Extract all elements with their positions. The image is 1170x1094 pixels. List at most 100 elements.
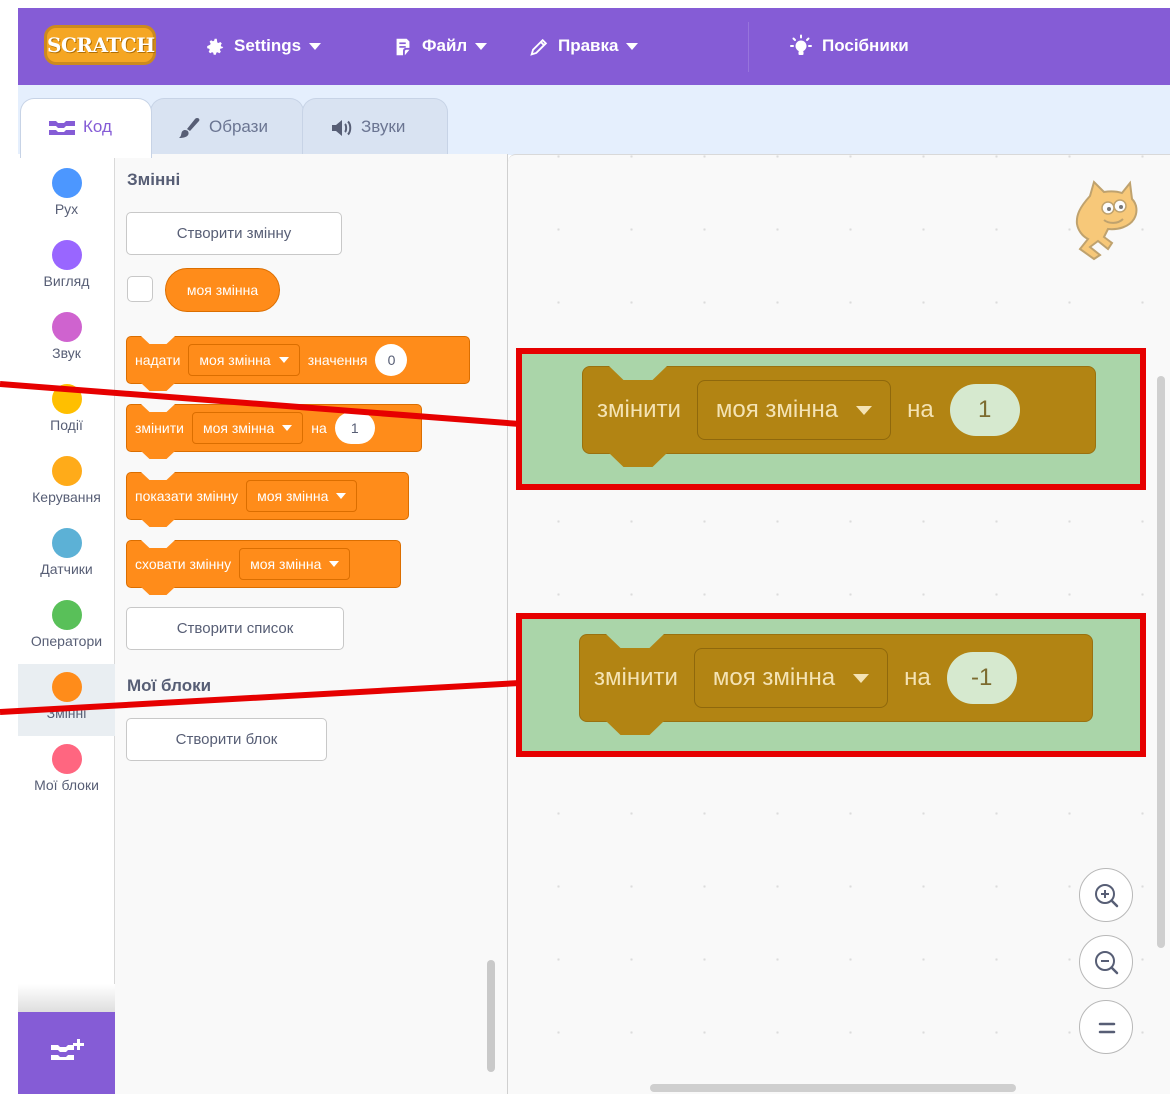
chevron-down-icon (626, 43, 639, 51)
category-dot (51, 600, 82, 630)
value-input[interactable]: 0 (375, 344, 408, 376)
tab-costumes[interactable]: Образи (150, 98, 304, 156)
variable-dropdown[interactable]: моя змінна (693, 648, 889, 708)
code-blocks-icon (49, 120, 75, 135)
palette-scrollbar[interactable] (487, 960, 495, 1072)
dropdown-text: моя змінна (250, 556, 322, 572)
block-text: на (904, 664, 931, 691)
gear-icon (207, 38, 224, 55)
value-input[interactable]: 1 (949, 384, 1020, 436)
category-label: Події (50, 417, 83, 433)
category-control[interactable]: Керування (18, 448, 115, 520)
block-categories: Рух Вигляд Звук Події Керування Датчики … (18, 154, 115, 1094)
block-text: на (311, 420, 327, 436)
category-dot (51, 168, 82, 198)
block-text: сховати змінну (135, 556, 232, 572)
category-sensing[interactable]: Датчики (18, 520, 115, 592)
block-text: на (907, 396, 934, 423)
variables-section-title: Змінні (127, 170, 181, 189)
category-sound[interactable]: Звук (18, 304, 115, 376)
category-label: Звук (52, 345, 81, 361)
tab-costumes-label: Образи (209, 117, 268, 136)
make-list-button[interactable]: Створити список (126, 607, 344, 650)
set-variable-block[interactable]: надати моя змінна значення 0 (126, 336, 470, 384)
dropdown-arrow-icon (329, 561, 340, 567)
show-variable-block[interactable]: показати змінну моя змінна (126, 472, 409, 520)
value-input[interactable]: 1 (334, 412, 375, 444)
change-variable-block[interactable]: змінити моя змінна на 1 (126, 404, 422, 452)
workspace-vertical-scrollbar[interactable] (1157, 376, 1165, 948)
variable-checkbox[interactable] (127, 276, 153, 302)
change-by-one-block[interactable]: змінити моя змінна на 1 (582, 366, 1096, 454)
block-palette: Змінні Створити змінну моя змінна надати… (115, 154, 508, 1094)
value-input[interactable]: -1 (946, 652, 1017, 704)
dropdown-text: моя змінна (202, 420, 275, 436)
scratch-logo[interactable]: SCRATCH (44, 25, 156, 65)
tab-sounds-label: Звуки (361, 117, 406, 136)
category-looks[interactable]: Вигляд (18, 232, 115, 304)
category-motion[interactable]: Рух (18, 160, 115, 232)
category-dot (51, 384, 82, 414)
category-events[interactable]: Події (18, 376, 115, 448)
dropdown-text: моя змінна (715, 396, 839, 423)
variable-dropdown[interactable]: моя змінна (239, 548, 351, 580)
block-text: надати (135, 352, 181, 368)
hide-variable-block[interactable]: сховати змінну моя змінна (126, 540, 401, 588)
make-block-button[interactable]: Створити блок (126, 718, 327, 761)
variable-dropdown[interactable]: моя змінна (191, 412, 304, 444)
scratch-editor: SCRATCH Settings Файл Правка Посібники К… (0, 0, 1170, 1094)
lightbulb-icon (790, 34, 812, 55)
change-by-minus-one-block[interactable]: змінити моя змінна на -1 (579, 634, 1093, 722)
dropdown-text: моя змінна (712, 664, 836, 691)
zoom-reset-button[interactable] (1079, 1000, 1133, 1054)
variable-dropdown[interactable]: моя змінна (696, 380, 892, 440)
zoom-in-button[interactable] (1079, 868, 1133, 922)
variable-reporter[interactable]: моя змінна (165, 268, 280, 312)
my-blocks-section-title: Мої блоки (127, 676, 212, 695)
category-label: Оператори (30, 633, 103, 649)
tab-code-label: Код (83, 117, 112, 136)
dropdown-text: моя змінна (199, 352, 271, 368)
add-extension-button[interactable] (18, 1012, 115, 1094)
zoom-reset-icon (1098, 1022, 1116, 1034)
menu-divider (748, 22, 749, 72)
add-extension-icon (51, 1039, 84, 1060)
dropdown-arrow-icon (856, 405, 873, 415)
file-menu[interactable]: Файл (392, 31, 488, 61)
category-variables[interactable]: Змінні (18, 664, 115, 736)
block-text: показати змінну (135, 488, 239, 504)
category-label: Змінні (46, 705, 87, 721)
variable-dropdown[interactable]: моя змінна (188, 344, 300, 376)
edit-menu-label: Правка (558, 36, 619, 55)
file-icon (396, 38, 410, 55)
category-operators[interactable]: Оператори (18, 592, 115, 664)
pencil-icon (530, 38, 548, 56)
category-label: Мої блоки (34, 777, 99, 793)
chevron-down-icon (309, 43, 322, 51)
dropdown-arrow-icon (278, 357, 289, 363)
category-my-blocks[interactable]: Мої блоки (18, 736, 115, 808)
block-text: змінити (594, 664, 678, 691)
zoom-out-icon (1095, 951, 1119, 975)
block-text: значення (307, 352, 368, 368)
file-menu-label: Файл (422, 36, 468, 55)
dropdown-arrow-icon (853, 673, 870, 683)
settings-menu-label: Settings (234, 36, 302, 55)
zoom-out-button[interactable] (1079, 935, 1133, 989)
edit-menu[interactable]: Правка (528, 31, 639, 61)
block-text: змінити (597, 396, 681, 423)
tab-code[interactable]: Код (20, 98, 152, 158)
workspace-horizontal-scrollbar[interactable] (650, 1084, 1016, 1092)
category-label: Рух (54, 201, 79, 217)
category-label: Вигляд (43, 273, 90, 289)
settings-menu[interactable]: Settings (204, 31, 322, 61)
tab-sounds[interactable]: Звуки (302, 98, 448, 156)
make-variable-button[interactable]: Створити змінну (126, 212, 342, 255)
category-dot (51, 240, 82, 270)
variable-dropdown[interactable]: моя змінна (246, 480, 358, 512)
speaker-icon (332, 119, 352, 136)
category-label: Керування (32, 489, 101, 505)
dropdown-arrow-icon (282, 425, 293, 431)
tutorials-menu-label: Посібники (822, 36, 909, 55)
tutorials-menu[interactable]: Посібники (788, 31, 909, 61)
